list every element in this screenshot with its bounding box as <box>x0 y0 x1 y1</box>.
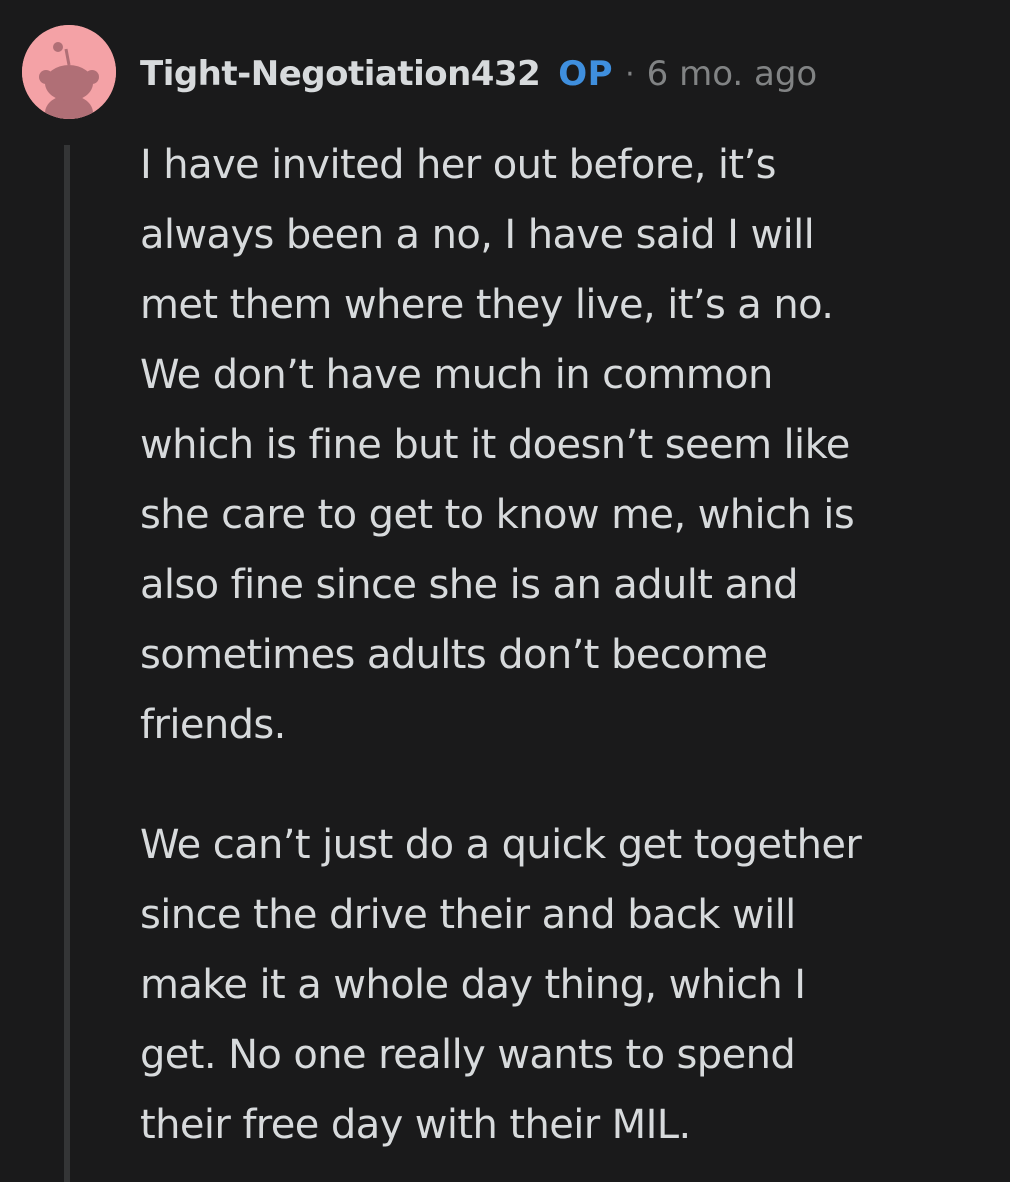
username[interactable]: Tight-Negotiation432 <box>140 54 541 94</box>
timestamp[interactable]: 6 mo. ago <box>647 54 818 94</box>
snoo-avatar-icon <box>22 25 116 119</box>
comment-text-line: since the drive their and back will <box>140 892 796 938</box>
comment-text-line: get. No one really wants to spend <box>140 1032 796 1078</box>
comment-text-line: make it a whole day thing, which I <box>140 962 806 1008</box>
comment-text-line: sometimes adults don’t become <box>140 632 768 678</box>
thread-line[interactable] <box>64 145 70 1182</box>
comment-paragraph: I have invited her out before, it’s alwa… <box>140 130 980 760</box>
comment-text-line: she care to get to know me, which is <box>140 492 855 538</box>
comment-text-line: We can’t just do a quick get together <box>140 822 862 868</box>
separator-dot: · <box>625 56 635 92</box>
comment: Tight-Negotiation432 OP · 6 mo. ago I ha… <box>0 0 1010 1182</box>
avatar[interactable] <box>22 25 116 119</box>
comment-text-line: I have invited her out before, it’s <box>140 142 776 188</box>
comment-text-line: also fine since she is an adult and <box>140 562 799 608</box>
comment-text-line: always been a no, I have said I will <box>140 212 815 258</box>
comment-body: I have invited her out before, it’s alwa… <box>140 130 980 1160</box>
comment-text-line: their free day with their MIL. <box>140 1102 691 1148</box>
comment-text-line: met them where they live, it’s a no. <box>140 282 834 328</box>
op-badge: OP <box>558 54 614 94</box>
comment-text-line: friends. <box>140 702 286 748</box>
comment-header: Tight-Negotiation432 OP · 6 mo. ago <box>140 48 817 100</box>
comment-text-line: which is fine but it doesn’t seem like <box>140 422 850 468</box>
comment-paragraph: We can’t just do a quick get together si… <box>140 810 980 1160</box>
comment-text-line: We don’t have much in common <box>140 352 773 398</box>
